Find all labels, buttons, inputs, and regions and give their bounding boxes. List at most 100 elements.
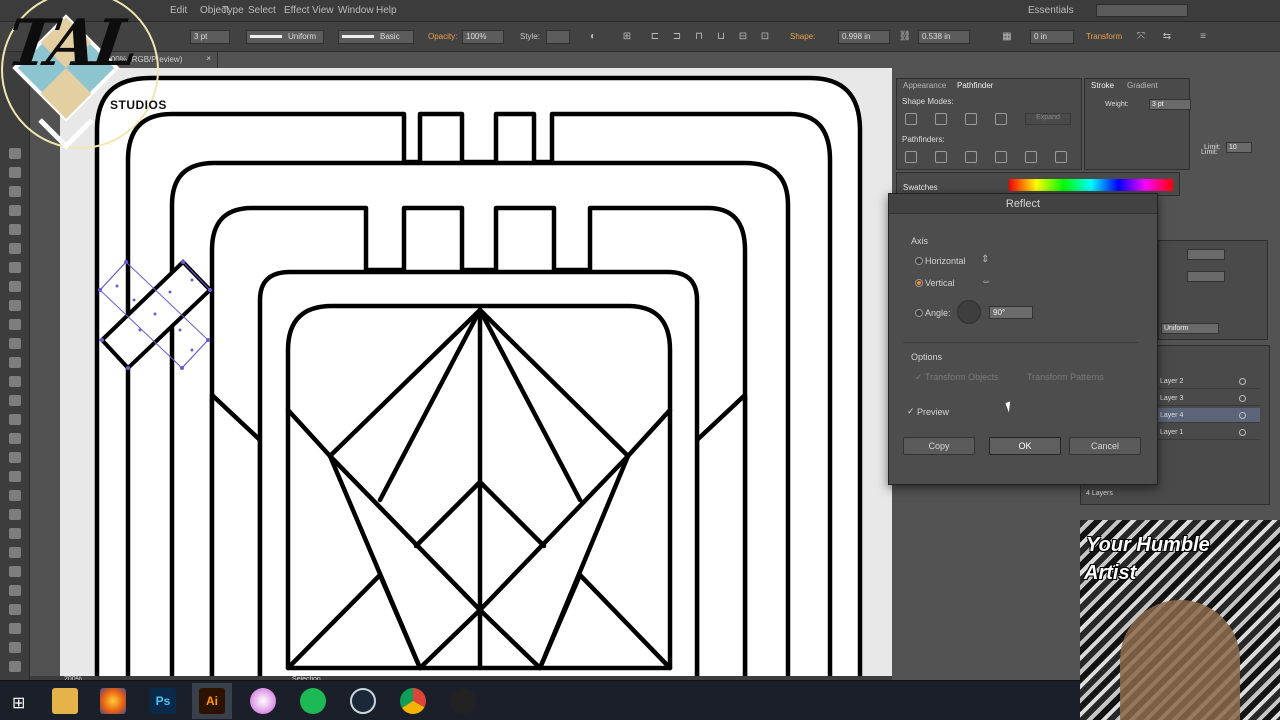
angle-input[interactable]: 90° bbox=[989, 306, 1033, 319]
line-tool-icon[interactable] bbox=[9, 281, 21, 292]
visibility-icon[interactable] bbox=[1239, 429, 1246, 436]
lasso-tool-icon[interactable] bbox=[9, 205, 21, 216]
menu-effect[interactable]: Effect bbox=[284, 5, 309, 16]
tab-gradient[interactable]: Gradient bbox=[1127, 81, 1158, 90]
visibility-icon[interactable] bbox=[1239, 378, 1246, 385]
divide-icon[interactable] bbox=[905, 151, 917, 163]
spotify-icon[interactable] bbox=[300, 688, 326, 714]
minus-front-icon[interactable] bbox=[935, 113, 947, 125]
align-middle-icon[interactable]: ⊟ bbox=[736, 30, 750, 44]
eraser-tool-icon[interactable] bbox=[9, 376, 21, 387]
width-tool-icon[interactable] bbox=[9, 433, 21, 444]
panel-menu-icon[interactable]: ≡ bbox=[1196, 30, 1210, 44]
chrome-icon[interactable] bbox=[400, 688, 426, 714]
tab-swatches[interactable]: Swatches bbox=[903, 183, 938, 192]
scale-tool-icon[interactable] bbox=[9, 414, 21, 425]
gradient-tool-icon[interactable] bbox=[9, 528, 21, 539]
preview-label[interactable]: Preview bbox=[917, 407, 949, 417]
pencil-tool-icon[interactable] bbox=[9, 357, 21, 368]
menu-view[interactable]: View bbox=[312, 5, 334, 16]
angle-dial[interactable] bbox=[957, 300, 981, 324]
transform-objects-checkbox[interactable]: ✓ bbox=[915, 372, 923, 383]
free-transform-tool-icon[interactable] bbox=[9, 452, 21, 463]
visibility-icon[interactable] bbox=[1239, 395, 1246, 402]
unite-icon[interactable] bbox=[905, 113, 917, 125]
reference-point-icon[interactable]: ▦ bbox=[1000, 30, 1014, 44]
direct-selection-tool-icon[interactable] bbox=[9, 167, 21, 178]
pen-tool-icon[interactable] bbox=[9, 224, 21, 235]
style-swatch[interactable] bbox=[546, 30, 570, 44]
shaper-tool-icon[interactable] bbox=[9, 338, 21, 349]
left-bracket[interactable] bbox=[209, 392, 263, 680]
transform-patterns-label[interactable]: Transform Patterns bbox=[1027, 372, 1104, 382]
align-right-icon[interactable]: ⊓ bbox=[692, 30, 706, 44]
horizontal-radio[interactable] bbox=[915, 257, 923, 265]
symbol-sprayer-tool-icon[interactable] bbox=[9, 585, 21, 596]
menu-type[interactable]: Type bbox=[222, 5, 244, 16]
vertical-label[interactable]: Vertical bbox=[925, 278, 955, 288]
visibility-icon[interactable] bbox=[1239, 412, 1246, 419]
isolate-icon[interactable]: ⤧ bbox=[1134, 30, 1148, 44]
opacity-label[interactable]: Opacity: bbox=[428, 32, 457, 41]
profile-select[interactable]: Uniform bbox=[1161, 323, 1219, 334]
merge-icon[interactable] bbox=[965, 151, 977, 163]
outline-icon[interactable] bbox=[1025, 151, 1037, 163]
windows-start-icon[interactable]: ⊞ bbox=[12, 693, 25, 713]
canvas[interactable] bbox=[30, 68, 892, 680]
app-icon[interactable] bbox=[450, 688, 476, 714]
copy-button[interactable]: Copy bbox=[903, 437, 975, 455]
width-field[interactable]: 0.998 in bbox=[838, 30, 890, 44]
shape-label[interactable]: Shape: bbox=[790, 32, 815, 41]
paintbrush-tool-icon[interactable] bbox=[9, 319, 21, 330]
blend-tool-icon[interactable] bbox=[9, 566, 21, 577]
curvature-tool-icon[interactable] bbox=[9, 243, 21, 254]
slice-tool-icon[interactable] bbox=[9, 642, 21, 653]
firefox-icon[interactable] bbox=[100, 688, 126, 714]
align-left-icon[interactable]: ⊏ bbox=[648, 30, 662, 44]
workspace-switcher[interactable]: Essentials bbox=[1028, 5, 1074, 16]
mesh-tool-icon[interactable] bbox=[9, 509, 21, 520]
ok-button[interactable]: OK bbox=[989, 437, 1061, 455]
opacity-field[interactable]: 100% bbox=[462, 30, 504, 44]
hand-tool-icon[interactable] bbox=[9, 661, 21, 672]
layer-row[interactable]: Layer 3 bbox=[1152, 391, 1260, 406]
search-field[interactable] bbox=[1096, 4, 1188, 17]
x-field[interactable]: 0 in bbox=[1030, 30, 1074, 44]
arrange-icon[interactable]: ⇆ bbox=[1160, 30, 1174, 44]
right-bracket[interactable] bbox=[694, 392, 748, 680]
stroke-weight-input[interactable]: 3 pt bbox=[1149, 99, 1191, 110]
tab-pathfinder[interactable]: Pathfinder bbox=[957, 81, 993, 90]
close-icon[interactable]: × bbox=[206, 54, 211, 63]
magic-wand-tool-icon[interactable] bbox=[9, 186, 21, 197]
trim-icon[interactable] bbox=[935, 151, 947, 163]
minus-back-icon[interactable] bbox=[1055, 151, 1067, 163]
artboard-tool-icon[interactable] bbox=[9, 623, 21, 634]
expand-button[interactable]: Expand bbox=[1025, 113, 1071, 125]
angle-radio[interactable] bbox=[915, 309, 923, 317]
stroke-weight-field[interactable]: 3 pt bbox=[190, 30, 230, 44]
illustrator-icon[interactable]: Ai bbox=[199, 688, 225, 714]
link-icon[interactable]: ⛓ bbox=[898, 30, 912, 44]
rectangle-tool-icon[interactable] bbox=[9, 300, 21, 311]
cancel-button[interactable]: Cancel bbox=[1069, 437, 1141, 455]
menu-help[interactable]: Help bbox=[376, 5, 397, 16]
photoshop-icon[interactable]: Ps bbox=[150, 688, 176, 714]
height-field[interactable]: 0.538 in bbox=[918, 30, 970, 44]
tab-appearance[interactable]: Appearance bbox=[903, 81, 946, 90]
preview-checkbox[interactable]: ✓ bbox=[907, 406, 915, 417]
rotate-tool-icon[interactable] bbox=[9, 395, 21, 406]
transform-label[interactable]: Transform bbox=[1086, 32, 1122, 41]
arrowhead-select[interactable] bbox=[1187, 271, 1225, 282]
steam-icon[interactable] bbox=[350, 688, 376, 714]
layer-row[interactable]: Layer 2 bbox=[1152, 374, 1260, 389]
horizontal-label[interactable]: Horizontal bbox=[925, 256, 966, 266]
layer-row-active[interactable]: Layer 4 bbox=[1152, 408, 1260, 423]
align-top-icon[interactable]: ⊔ bbox=[714, 30, 728, 44]
angle-label[interactable]: Angle: bbox=[925, 308, 951, 318]
crop-icon[interactable] bbox=[995, 151, 1007, 163]
tab-stroke[interactable]: Stroke bbox=[1091, 81, 1114, 90]
shape-builder-tool-icon[interactable] bbox=[9, 471, 21, 482]
graph-tool-icon[interactable] bbox=[9, 604, 21, 615]
menu-window[interactable]: Window bbox=[338, 5, 374, 16]
recolor-icon[interactable]: ◐ bbox=[586, 30, 600, 44]
